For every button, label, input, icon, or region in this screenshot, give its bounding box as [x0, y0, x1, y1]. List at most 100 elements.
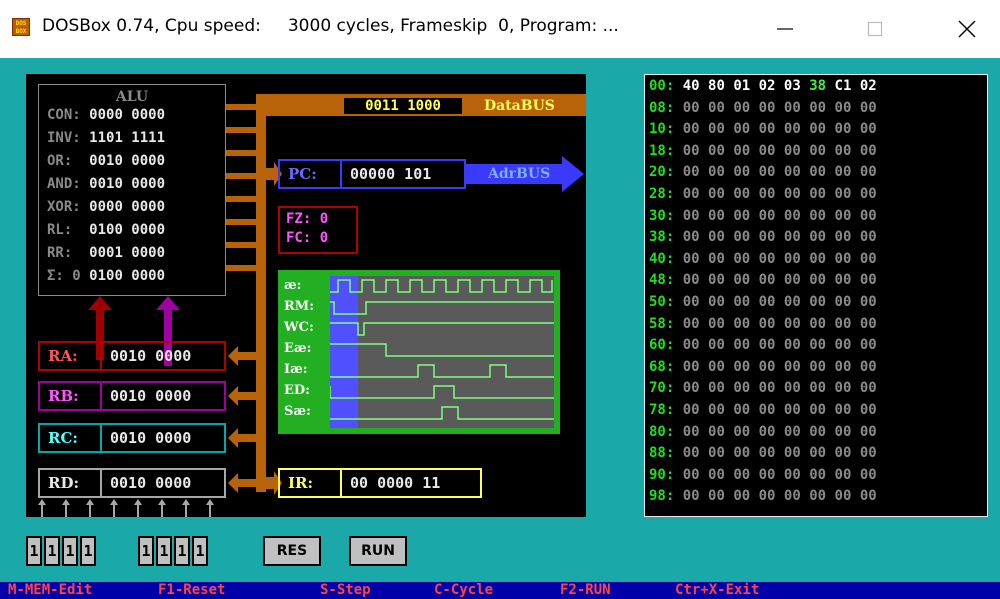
memory-cell[interactable]: 00 [759, 100, 776, 116]
memory-cell[interactable]: 00 [708, 186, 725, 202]
memory-cell[interactable]: 00 [733, 337, 750, 353]
memory-cell[interactable]: 00 [708, 359, 725, 375]
memory-cell[interactable]: 00 [809, 488, 826, 504]
memory-cell[interactable]: 00 [683, 100, 700, 116]
memory-cell[interactable]: 00 [733, 186, 750, 202]
memory-cell[interactable]: 00 [860, 467, 877, 483]
memory-cell[interactable]: 00 [835, 272, 852, 288]
memory-cell[interactable]: 00 [835, 164, 852, 180]
memory-cell[interactable]: 00 [683, 251, 700, 267]
memory-cell[interactable]: 00 [683, 467, 700, 483]
memory-cell[interactable]: 00 [708, 316, 725, 332]
bit-switch[interactable]: 1 [26, 536, 42, 566]
memory-cell[interactable]: 00 [809, 294, 826, 310]
memory-cell[interactable]: 00 [683, 208, 700, 224]
memory-cell[interactable]: 00 [784, 380, 801, 396]
memory-cell[interactable]: 00 [733, 121, 750, 137]
reset-button[interactable]: RES [263, 536, 321, 566]
memory-cell[interactable]: 00 [683, 359, 700, 375]
memory-cell[interactable]: 00 [835, 359, 852, 375]
memory-cell[interactable]: 00 [860, 488, 877, 504]
memory-cell[interactable]: 00 [860, 380, 877, 396]
memory-cell[interactable]: 00 [759, 445, 776, 461]
memory-cell[interactable]: 00 [809, 467, 826, 483]
memory-cell[interactable]: 00 [683, 402, 700, 418]
memory-cell[interactable]: 00 [784, 424, 801, 440]
memory-cell[interactable]: 00 [809, 337, 826, 353]
memory-cell[interactable]: 80 [708, 78, 725, 94]
hotkey-run[interactable]: F2-RUN [560, 583, 611, 597]
memory-cell[interactable]: 00 [784, 208, 801, 224]
memory-cell[interactable]: 00 [733, 402, 750, 418]
memory-cell[interactable]: 00 [835, 424, 852, 440]
memory-cell[interactable]: 00 [733, 359, 750, 375]
hotkey-exit[interactable]: Ctr+X-Exit [675, 583, 759, 597]
memory-cell[interactable]: 00 [708, 467, 725, 483]
memory-cell[interactable]: 00 [835, 100, 852, 116]
bit-switch[interactable]: 1 [62, 536, 78, 566]
memory-cell[interactable]: 00 [835, 143, 852, 159]
memory-cell[interactable]: 00 [683, 445, 700, 461]
memory-cell[interactable]: 00 [708, 272, 725, 288]
memory-cell[interactable]: 00 [784, 445, 801, 461]
memory-cell[interactable]: 00 [759, 488, 776, 504]
memory-cell[interactable]: 38 [809, 78, 826, 94]
memory-cell[interactable]: 00 [733, 143, 750, 159]
memory-cell[interactable]: 00 [835, 380, 852, 396]
memory-cell[interactable]: 00 [708, 294, 725, 310]
memory-cell[interactable]: 00 [683, 229, 700, 245]
bit-switch[interactable]: 1 [192, 536, 208, 566]
memory-cell[interactable]: 00 [835, 316, 852, 332]
memory-cell[interactable]: 00 [784, 316, 801, 332]
memory-cell[interactable]: 00 [733, 208, 750, 224]
memory-cell[interactable]: 00 [809, 380, 826, 396]
memory-cell[interactable]: 00 [733, 229, 750, 245]
memory-cell[interactable]: 00 [683, 272, 700, 288]
memory-cell[interactable]: 00 [708, 337, 725, 353]
memory-cell[interactable]: 00 [708, 445, 725, 461]
memory-cell[interactable]: 00 [759, 467, 776, 483]
memory-cell[interactable]: 00 [759, 186, 776, 202]
memory-cell[interactable]: 00 [784, 186, 801, 202]
memory-cell[interactable]: 00 [860, 337, 877, 353]
memory-cell[interactable]: 00 [860, 316, 877, 332]
memory-cell[interactable]: 00 [759, 359, 776, 375]
memory-cell[interactable]: 00 [860, 208, 877, 224]
memory-cell[interactable]: 00 [784, 121, 801, 137]
memory-cell[interactable]: 00 [784, 337, 801, 353]
memory-cell[interactable]: 00 [708, 424, 725, 440]
memory-cell[interactable]: 00 [708, 488, 725, 504]
memory-cell[interactable]: 40 [683, 78, 700, 94]
memory-cell[interactable]: 00 [683, 143, 700, 159]
memory-cell[interactable]: 00 [784, 402, 801, 418]
memory-cell[interactable]: 00 [784, 251, 801, 267]
memory-cell[interactable]: 00 [708, 380, 725, 396]
bit-switch[interactable]: 1 [44, 536, 60, 566]
bit-switch[interactable]: 1 [174, 536, 190, 566]
memory-cell[interactable]: 00 [809, 143, 826, 159]
bit-switch[interactable]: 1 [80, 536, 96, 566]
bit-switch[interactable]: 1 [156, 536, 172, 566]
memory-cell[interactable]: 00 [733, 445, 750, 461]
memory-cell[interactable]: 00 [759, 402, 776, 418]
memory-cell[interactable]: 00 [784, 272, 801, 288]
memory-cell[interactable]: 00 [759, 316, 776, 332]
memory-cell[interactable]: 00 [759, 337, 776, 353]
memory-cell[interactable]: 00 [860, 402, 877, 418]
memory-cell[interactable]: 00 [809, 424, 826, 440]
memory-cell[interactable]: 00 [809, 402, 826, 418]
memory-cell[interactable]: 00 [708, 402, 725, 418]
memory-cell[interactable]: 00 [759, 143, 776, 159]
maximize-button[interactable] [852, 0, 898, 58]
memory-cell[interactable]: 00 [860, 229, 877, 245]
memory-cell[interactable]: 00 [784, 359, 801, 375]
memory-cell[interactable]: 00 [784, 294, 801, 310]
memory-cell[interactable]: 00 [708, 143, 725, 159]
memory-cell[interactable]: 00 [835, 488, 852, 504]
bit-switch[interactable]: 1 [138, 536, 154, 566]
memory-cell[interactable]: 00 [759, 251, 776, 267]
memory-cell[interactable]: 00 [835, 186, 852, 202]
memory-cell[interactable]: 00 [683, 164, 700, 180]
memory-cell[interactable]: 00 [733, 316, 750, 332]
memory-cell[interactable]: 00 [683, 424, 700, 440]
